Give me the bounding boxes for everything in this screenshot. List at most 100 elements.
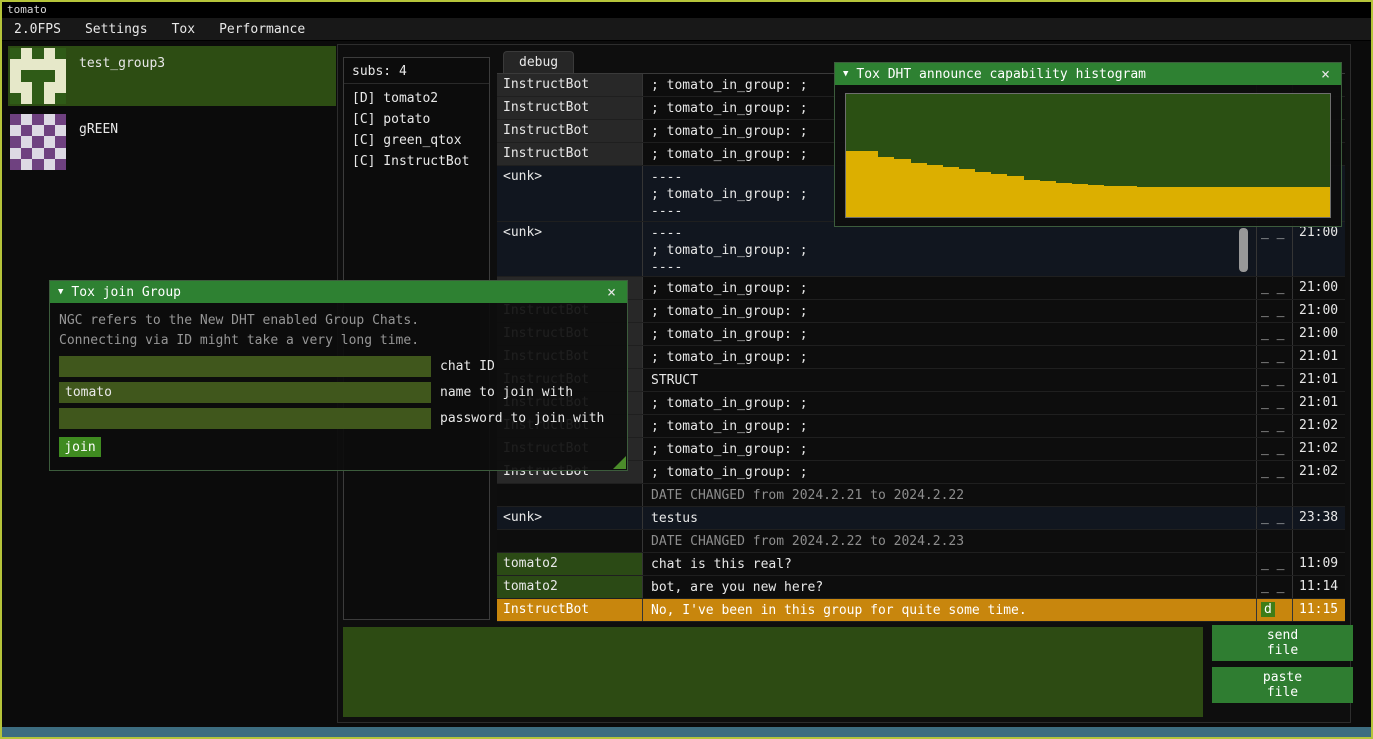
histogram-bar (894, 159, 910, 217)
chat-system-row[interactable]: DATE CHANGED from 2024.2.22 to 2024.2.23 (497, 530, 1345, 553)
avatar-pixel (10, 93, 21, 104)
avatar-pixel (21, 148, 32, 159)
chat-sender (497, 484, 643, 506)
chat-time: 11:14 (1293, 576, 1345, 598)
chat-flags: _ _ (1257, 415, 1293, 437)
avatar-pixel (32, 125, 43, 136)
join-name-label: name to join with (440, 385, 573, 400)
histogram-bar (1007, 176, 1023, 217)
chat-scrollbar[interactable] (1239, 228, 1248, 272)
sidebar-group-green[interactable]: gREEN (8, 112, 336, 172)
chat-id-input[interactable] (59, 356, 431, 377)
histogram-bar (1040, 181, 1056, 217)
menu-tox[interactable]: Tox (160, 19, 207, 40)
chat-message: chat is this real? (643, 553, 1257, 575)
dht-histogram-titlebar[interactable]: ▼ Tox DHT announce capability histogram … (835, 63, 1341, 85)
chat-sender: InstructBot (497, 97, 643, 119)
chat-id-label: chat ID (440, 359, 495, 374)
chat-system-row[interactable]: DATE CHANGED from 2024.2.21 to 2024.2.22 (497, 484, 1345, 507)
histogram-bar (1072, 184, 1088, 217)
receipt-flags: d (1261, 602, 1275, 617)
avatar-pixel (44, 70, 55, 81)
chat-row[interactable]: <unk>testus_ _23:38 (497, 507, 1345, 530)
join-name-row: name to join with (59, 382, 618, 403)
avatar-pixel (21, 114, 32, 125)
join-group-body: NGC refers to the New DHT enabled Group … (50, 303, 627, 470)
avatar-pixel (44, 114, 55, 125)
subs-member[interactable]: [C] green_qtox (344, 130, 489, 151)
subs-member[interactable]: [C] InstructBot (344, 151, 489, 172)
chat-flags (1257, 530, 1293, 552)
chat-time: 11:15 (1293, 599, 1345, 621)
chat-flags: _ _ (1257, 507, 1293, 529)
avatar-pixel (10, 70, 21, 81)
receipt-flags: _ _ (1261, 326, 1284, 341)
chat-message: ---- ; tomato_in_group: ; ---- (643, 222, 1257, 276)
collapse-arrow-icon[interactable]: ▼ (58, 287, 63, 297)
message-input[interactable] (343, 627, 1203, 717)
receipt-flags: _ _ (1261, 303, 1284, 318)
chat-sender: tomato2 (497, 576, 643, 598)
window-titlebar[interactable]: tomato (2, 2, 1371, 18)
histogram-bar (1024, 180, 1040, 217)
histogram-bar (1153, 187, 1169, 217)
chat-row[interactable]: tomato2bot, are you new here?_ _11:14 (497, 576, 1345, 599)
join-name-input[interactable] (59, 382, 431, 403)
chat-time: 21:01 (1293, 346, 1345, 368)
subs-member[interactable]: [D] tomato2 (344, 88, 489, 109)
join-group-titlebar[interactable]: ▼ Tox join Group × (50, 281, 627, 303)
resize-grip-icon[interactable] (613, 456, 626, 469)
receipt-flags: _ _ (1261, 510, 1284, 525)
sidebar-group-test_group3[interactable]: test_group3 (8, 46, 336, 106)
chat-flags: _ _ (1257, 346, 1293, 368)
avatar-pixel (44, 82, 55, 93)
histogram-bar (1201, 187, 1217, 217)
avatar-pixel (10, 136, 21, 147)
histogram-bar (1217, 187, 1233, 217)
dht-histogram-body (835, 85, 1341, 226)
avatar-pixel (10, 48, 21, 59)
join-password-input[interactable] (59, 408, 431, 429)
window-bottom-bar (2, 727, 1371, 737)
chat-row[interactable]: InstructBotNo, I've been in this group f… (497, 599, 1345, 622)
chat-sender (497, 530, 643, 552)
close-icon[interactable]: × (604, 283, 619, 301)
collapse-arrow-icon[interactable]: ▼ (843, 69, 848, 79)
histogram-bar (911, 163, 927, 217)
avatar-pixel (21, 70, 32, 81)
avatar-pixel (44, 159, 55, 170)
join-group-title: Tox join Group (71, 285, 596, 300)
histogram-bar (1250, 187, 1266, 217)
paste-file-button[interactable]: paste file (1212, 667, 1353, 703)
dht-histogram-title: Tox DHT announce capability histogram (856, 67, 1310, 82)
avatar-pixel (32, 48, 43, 59)
chat-flags: _ _ (1257, 222, 1293, 276)
menu-settings[interactable]: Settings (73, 19, 160, 40)
chat-time: 21:00 (1293, 277, 1345, 299)
chat-message: bot, are you new here? (643, 576, 1257, 598)
receipt-flags: _ _ (1261, 372, 1284, 387)
avatar-pixel (55, 70, 66, 81)
avatar-pixel (44, 136, 55, 147)
avatar-pixel (55, 136, 66, 147)
tab-debug[interactable]: debug (503, 51, 574, 73)
chat-sender: tomato2 (497, 553, 643, 575)
menu-performance[interactable]: Performance (207, 19, 317, 40)
chat-message: ; tomato_in_group: ; (643, 277, 1257, 299)
avatar-pixel (10, 59, 21, 70)
chat-row[interactable]: tomato2chat is this real?_ _11:09 (497, 553, 1345, 576)
chat-message: No, I've been in this group for quite so… (643, 599, 1257, 621)
histogram-bar (1104, 186, 1120, 217)
chat-row[interactable]: <unk>---- ; tomato_in_group: ; ----_ _21… (497, 222, 1345, 277)
histogram-bar (1120, 186, 1136, 217)
chat-flags: _ _ (1257, 553, 1293, 575)
subs-member[interactable]: [C] potato (344, 109, 489, 130)
chat-flags: _ _ (1257, 323, 1293, 345)
chat-time: 21:00 (1293, 300, 1345, 322)
join-button[interactable]: join (59, 437, 101, 457)
chat-time: 21:01 (1293, 392, 1345, 414)
histogram-bar (1314, 187, 1330, 217)
send-file-button[interactable]: send file (1212, 625, 1353, 661)
avatar-pixel (10, 125, 21, 136)
close-icon[interactable]: × (1318, 65, 1333, 83)
